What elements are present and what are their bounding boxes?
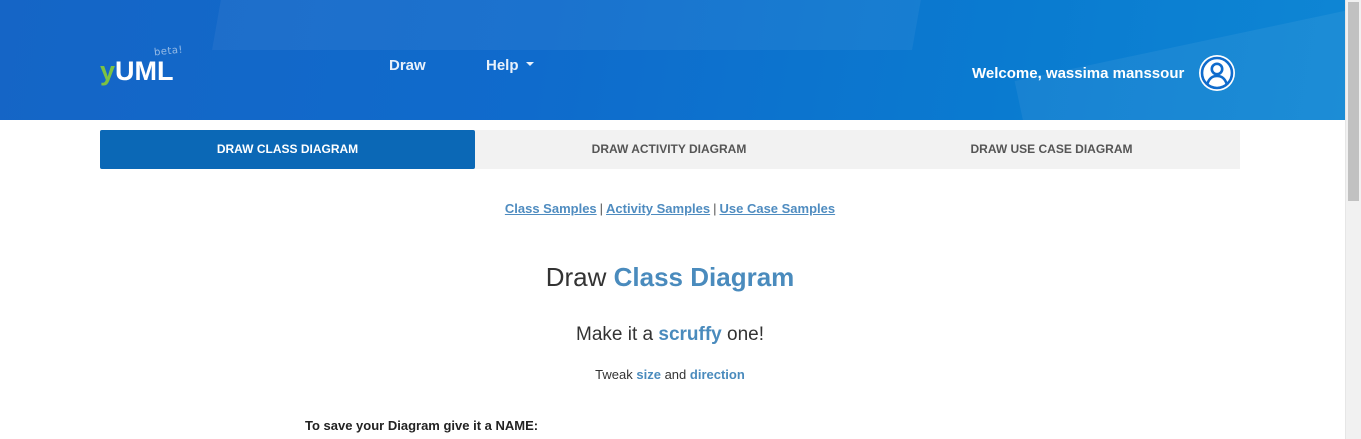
logo-y: y xyxy=(100,56,116,86)
tab-draw-use-case-diagram[interactable]: DRAW USE CASE DIAGRAM xyxy=(863,130,1240,169)
page-title: Draw Class Diagram xyxy=(0,262,1340,293)
tweak-prefix: Tweak xyxy=(595,367,633,382)
save-name-label: To save your Diagram give it a NAME: xyxy=(305,418,539,433)
yuml-logo[interactable]: yUML beta! xyxy=(100,45,184,88)
samples-links: Class Samples | Activity Samples | Use Case … xyxy=(0,201,1340,216)
scrollbar-thumb[interactable] xyxy=(1348,2,1359,201)
separator: | xyxy=(599,201,604,216)
nav-help-dropdown[interactable]: Help xyxy=(486,57,534,74)
tab-draw-activity-diagram[interactable]: DRAW ACTIVITY DIAGRAM xyxy=(475,130,863,169)
direction-link[interactable]: direction xyxy=(690,367,745,382)
header-decoration xyxy=(1014,2,1345,120)
scruffy-toggle[interactable]: scruffy xyxy=(658,324,721,345)
scruffy-suffix: one! xyxy=(727,324,764,345)
class-samples-link[interactable]: Class Samples xyxy=(505,201,597,216)
title-prefix: Draw xyxy=(545,262,607,292)
page-scrollbar[interactable] xyxy=(1345,0,1361,439)
use-case-samples-link[interactable]: Use Case Samples xyxy=(719,201,835,216)
nav-draw-link[interactable]: Draw xyxy=(389,57,426,74)
separator: | xyxy=(713,201,717,216)
activity-samples-link[interactable]: Activity Samples xyxy=(606,201,710,216)
welcome-text: Welcome, wassima manssour xyxy=(972,65,1185,82)
user-avatar-button[interactable] xyxy=(1199,55,1235,91)
caret-down-icon xyxy=(525,62,534,67)
title-accent: Class Diagram xyxy=(613,262,795,292)
scruffy-prefix: Make it a xyxy=(576,324,654,345)
logo-uml: UML xyxy=(115,56,174,86)
diagram-type-tabs: DRAW CLASS DIAGRAM DRAW ACTIVITY DIAGRAM… xyxy=(100,130,1240,169)
size-link[interactable]: size xyxy=(636,367,661,382)
user-circle-icon xyxy=(1200,56,1234,90)
top-header: yUML beta! Draw Help Welcome, wassima ma… xyxy=(0,0,1345,120)
beta-badge: beta! xyxy=(153,44,184,59)
header-decoration xyxy=(212,0,928,50)
tab-draw-class-diagram[interactable]: DRAW CLASS DIAGRAM xyxy=(100,130,475,169)
scruffy-line: Make it a scruffy one! xyxy=(0,324,1340,346)
tweak-line: Tweak size and direction xyxy=(0,367,1340,382)
nav-help-label: Help xyxy=(486,57,519,74)
tweak-and: and xyxy=(664,367,687,382)
